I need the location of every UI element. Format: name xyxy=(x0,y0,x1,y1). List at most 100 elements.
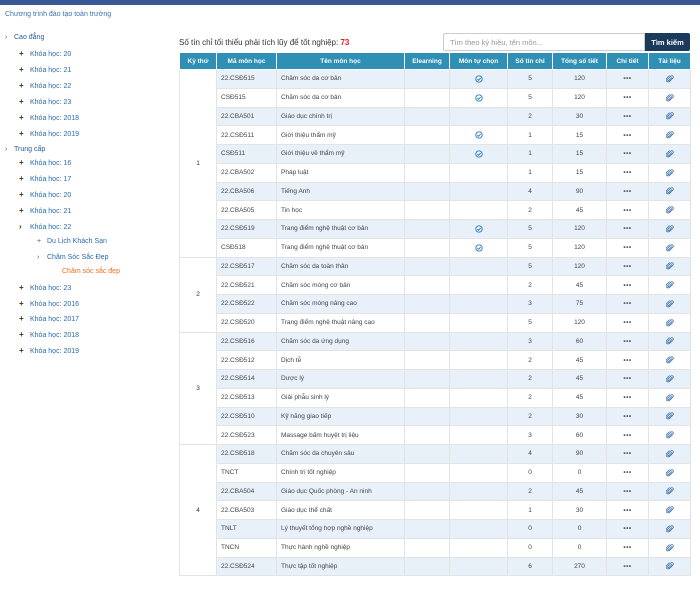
search-input[interactable] xyxy=(443,33,645,51)
tree-node-course[interactable]: + Khóa học: 2019 xyxy=(19,346,79,357)
paperclip-icon[interactable] xyxy=(665,337,674,345)
expand-icon[interactable]: + xyxy=(19,283,30,293)
tree-node-course[interactable]: + Khóa học: 20 xyxy=(19,190,71,201)
expand-icon[interactable]: + xyxy=(19,330,30,340)
expand-icon[interactable]: + xyxy=(19,206,30,216)
more-detail-icon[interactable]: ••• xyxy=(623,150,631,157)
paperclip-icon[interactable] xyxy=(665,506,674,514)
more-detail-icon[interactable]: ••• xyxy=(623,525,631,532)
more-detail-icon[interactable]: ••• xyxy=(623,300,631,307)
more-detail-icon[interactable]: ••• xyxy=(623,113,631,120)
expand-icon[interactable]: + xyxy=(19,49,30,59)
expand-icon[interactable]: + xyxy=(19,158,30,168)
paperclip-icon[interactable] xyxy=(665,487,674,495)
tree-node-course[interactable]: + Khóa học: 21 xyxy=(19,206,71,217)
chevron-right-icon[interactable]: › xyxy=(5,33,14,43)
tree-node-course[interactable]: + Khóa học: 17 xyxy=(19,174,71,185)
hours-cell: 120 xyxy=(552,312,607,333)
chevron-right-icon[interactable]: › xyxy=(5,145,14,155)
search-button[interactable]: Tìm kiếm xyxy=(645,33,690,51)
expand-icon[interactable]: + xyxy=(19,113,30,123)
more-detail-icon[interactable]: ••• xyxy=(623,394,631,401)
more-detail-icon[interactable]: ••• xyxy=(623,488,631,495)
expand-icon[interactable]: + xyxy=(19,174,30,184)
more-detail-icon[interactable]: ••• xyxy=(623,282,631,289)
tree-node-program[interactable]: Chăm sóc sắc đẹp xyxy=(62,267,120,277)
paperclip-icon[interactable] xyxy=(665,356,674,364)
paperclip-icon[interactable] xyxy=(665,225,674,233)
tree-node-course[interactable]: + Khóa học: 2019 xyxy=(19,129,79,140)
paperclip-icon[interactable] xyxy=(665,450,674,458)
more-detail-icon[interactable]: ••• xyxy=(623,357,631,364)
tree-node-course[interactable]: + Khóa học: 2018 xyxy=(19,330,79,341)
more-detail-icon[interactable]: ••• xyxy=(623,338,631,345)
tree-node-course[interactable]: + Khóa học: 23 xyxy=(19,97,71,108)
paperclip-icon[interactable] xyxy=(665,206,674,214)
tree-node-level[interactable]: › Trung cấp xyxy=(5,145,45,155)
more-detail-icon[interactable]: ••• xyxy=(623,507,631,514)
more-detail-icon[interactable]: ••• xyxy=(623,544,631,551)
paperclip-icon[interactable] xyxy=(665,393,674,401)
tree-node-level[interactable]: › Cao đẳng xyxy=(5,33,44,43)
tree-node-course[interactable]: + Khóa học: 2016 xyxy=(19,299,79,310)
paperclip-icon[interactable] xyxy=(665,468,674,476)
paperclip-icon[interactable] xyxy=(665,168,674,176)
more-detail-icon[interactable]: ••• xyxy=(623,75,631,82)
tree-node-course[interactable]: + Khóa học: 20 xyxy=(19,49,71,60)
more-detail-icon[interactable]: ••• xyxy=(623,225,631,232)
more-detail-icon[interactable]: ••• xyxy=(623,319,631,326)
more-detail-icon[interactable]: ••• xyxy=(623,132,631,139)
more-detail-icon[interactable]: ••• xyxy=(623,469,631,476)
expand-icon[interactable]: + xyxy=(37,237,47,247)
breadcrumb[interactable]: Chương trình đào tạo toàn trường xyxy=(5,11,111,18)
tree-node-major[interactable]: + Du Lịch Khách Sạn xyxy=(37,237,107,247)
more-detail-icon[interactable]: ••• xyxy=(623,169,631,176)
tree-node-major[interactable]: › Chăm Sóc Sắc Đẹp xyxy=(37,253,108,263)
expand-icon[interactable]: + xyxy=(19,129,30,139)
paperclip-icon[interactable] xyxy=(665,281,674,289)
more-detail-icon[interactable]: ••• xyxy=(623,450,631,457)
paperclip-icon[interactable] xyxy=(665,318,674,326)
more-detail-icon[interactable]: ••• xyxy=(623,263,631,270)
expand-icon[interactable]: + xyxy=(19,314,30,324)
paperclip-icon[interactable] xyxy=(665,75,674,83)
semester-cell: 1 xyxy=(179,69,217,258)
paperclip-icon[interactable] xyxy=(665,543,674,551)
paperclip-icon[interactable] xyxy=(665,93,674,101)
paperclip-icon[interactable] xyxy=(665,525,674,533)
paperclip-icon[interactable] xyxy=(665,412,674,420)
more-detail-icon[interactable]: ••• xyxy=(623,207,631,214)
expand-icon[interactable]: + xyxy=(19,97,30,107)
paperclip-icon[interactable] xyxy=(665,187,674,195)
expand-icon[interactable]: + xyxy=(19,65,30,75)
paperclip-icon[interactable] xyxy=(665,431,674,439)
paperclip-icon[interactable] xyxy=(665,131,674,139)
chevron-right-icon[interactable]: › xyxy=(37,253,47,263)
expand-icon[interactable]: + xyxy=(19,81,30,91)
expand-icon[interactable]: + xyxy=(19,346,30,356)
tree-node-course[interactable]: + Khóa học: 2018 xyxy=(19,113,79,124)
chevron-right-icon[interactable]: › xyxy=(19,222,30,232)
tree-node-course[interactable]: + Khóa học: 2017 xyxy=(19,314,79,325)
paperclip-icon[interactable] xyxy=(665,150,674,158)
tree-node-course[interactable]: + Khóa học: 16 xyxy=(19,158,71,169)
more-detail-icon[interactable]: ••• xyxy=(623,563,631,570)
more-detail-icon[interactable]: ••• xyxy=(623,413,631,420)
more-detail-icon[interactable]: ••• xyxy=(623,432,631,439)
tree-node-course[interactable]: + Khóa học: 22 xyxy=(19,81,71,92)
tree-node-course[interactable]: › Khóa học: 22 xyxy=(19,222,71,233)
paperclip-icon[interactable] xyxy=(665,562,674,570)
expand-icon[interactable]: + xyxy=(19,299,30,309)
more-detail-icon[interactable]: ••• xyxy=(623,244,631,251)
paperclip-icon[interactable] xyxy=(665,112,674,120)
paperclip-icon[interactable] xyxy=(665,300,674,308)
paperclip-icon[interactable] xyxy=(665,262,674,270)
tree-node-course[interactable]: + Khóa học: 23 xyxy=(19,283,71,294)
expand-icon[interactable]: + xyxy=(19,190,30,200)
tree-node-course[interactable]: + Khóa học: 21 xyxy=(19,65,71,76)
paperclip-icon[interactable] xyxy=(665,243,674,251)
paperclip-icon[interactable] xyxy=(665,375,674,383)
more-detail-icon[interactable]: ••• xyxy=(623,188,631,195)
more-detail-icon[interactable]: ••• xyxy=(623,94,631,101)
more-detail-icon[interactable]: ••• xyxy=(623,375,631,382)
